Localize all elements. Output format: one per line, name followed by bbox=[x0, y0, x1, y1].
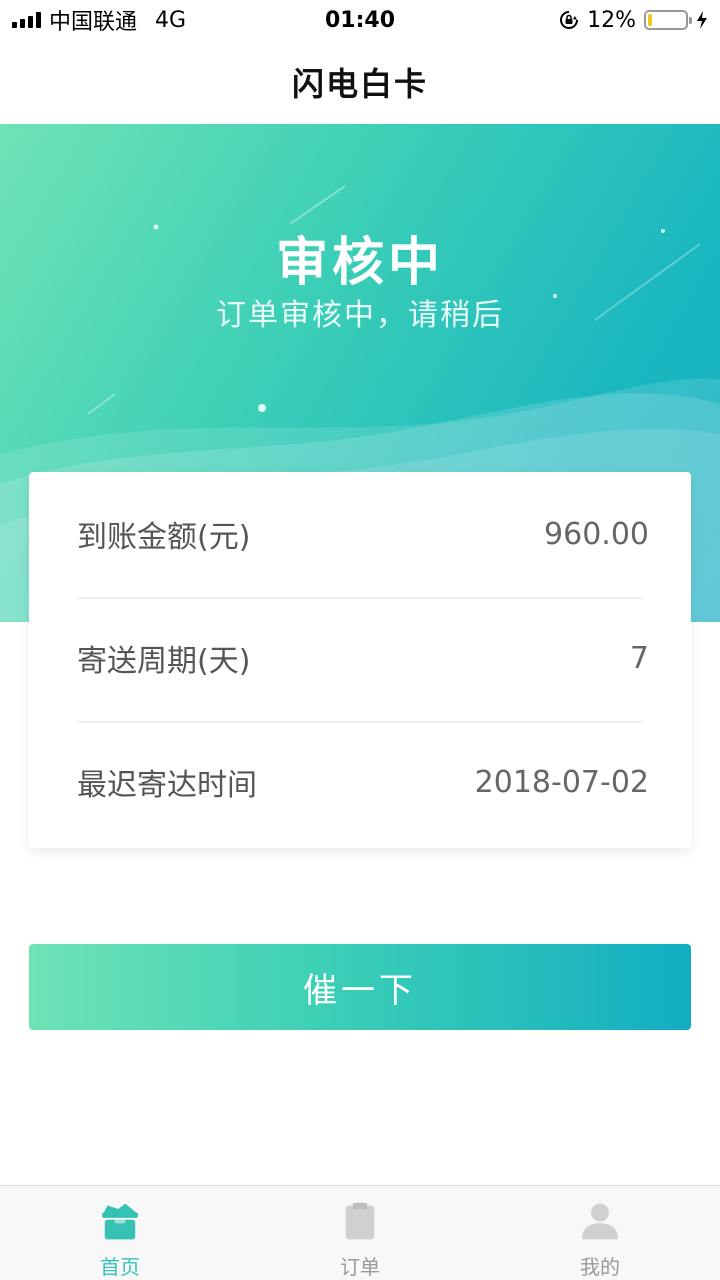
amount-value: 960.00 bbox=[544, 516, 649, 552]
order-info-card: 到账金额(元) 960.00 寄送周期(天) 7 最迟寄达时间 2018-07-… bbox=[29, 472, 691, 848]
status-right: 12% bbox=[559, 0, 708, 40]
info-row-latest-arrival: 最迟寄达时间 2018-07-02 bbox=[77, 720, 649, 844]
amount-label: 到账金额(元) bbox=[77, 520, 251, 555]
home-icon bbox=[102, 1203, 138, 1240]
tab-label-home: 首页 bbox=[100, 1255, 140, 1279]
network-type: 4G bbox=[155, 7, 187, 33]
user-icon bbox=[582, 1203, 618, 1240]
tab-label-profile: 我的 bbox=[580, 1255, 620, 1279]
charging-icon bbox=[697, 11, 707, 29]
status-title: 审核中 bbox=[275, 233, 444, 293]
nav-bar: 闪电白卡 bbox=[0, 40, 720, 124]
delivery-cycle-label: 寄送周期(天) bbox=[77, 644, 251, 679]
tab-bar: 首页 订单 我的 bbox=[0, 1185, 720, 1280]
tab-home[interactable]: 首页 bbox=[0, 1186, 240, 1280]
delivery-cycle-value: 7 bbox=[629, 640, 649, 676]
latest-arrival-label: 最迟寄达时间 bbox=[77, 768, 257, 803]
status-left: 中国联通 4G bbox=[12, 0, 186, 40]
info-row-delivery-cycle: 寄送周期(天) 7 bbox=[77, 596, 649, 720]
battery-percent: 12% bbox=[587, 7, 636, 33]
tab-label-orders: 订单 bbox=[340, 1255, 380, 1279]
latest-arrival-value: 2018-07-02 bbox=[474, 764, 649, 800]
status-bar: 中国联通 4G 01:40 12% bbox=[0, 0, 720, 40]
status-subtitle: 订单审核中，请稍后 bbox=[216, 298, 504, 333]
tab-profile[interactable]: 我的 bbox=[480, 1186, 720, 1280]
carrier-name: 中国联通 bbox=[49, 10, 138, 35]
info-row-amount: 到账金额(元) 960.00 bbox=[77, 472, 649, 596]
battery-icon bbox=[644, 10, 692, 30]
battery-fill bbox=[648, 14, 653, 26]
tab-orders[interactable]: 订单 bbox=[240, 1186, 480, 1280]
urge-button[interactable]: 催一下 bbox=[29, 944, 691, 1030]
page-title: 闪电白卡 bbox=[291, 65, 428, 103]
signal-icon bbox=[12, 12, 41, 28]
rotation-lock-icon bbox=[560, 11, 579, 29]
order-icon bbox=[345, 1202, 375, 1240]
